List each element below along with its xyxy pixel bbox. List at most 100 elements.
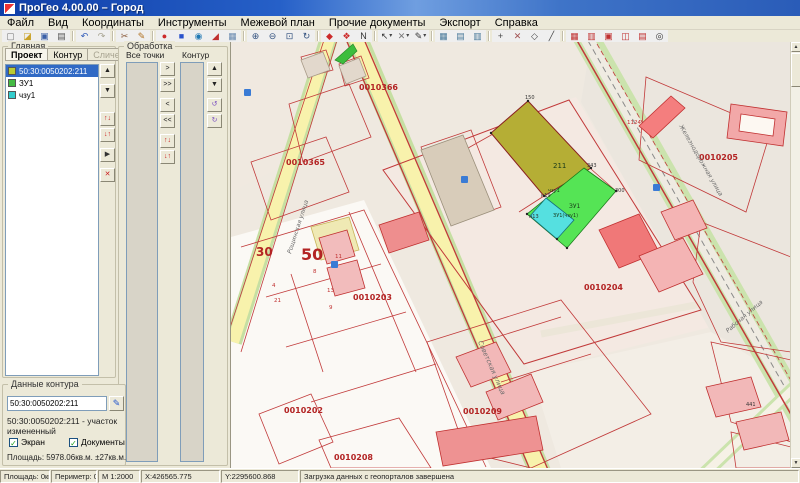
map-viewport[interactable]: 0010366001036500102030010202001020900102…	[230, 42, 790, 468]
scheme-button[interactable]: ◫	[617, 30, 634, 42]
scroll-up-button[interactable]: ▲	[791, 42, 800, 52]
menu-bar: ФайлВидКоординатыИнструментыМежевой план…	[0, 16, 800, 30]
parcel-plan-button[interactable]: ▣	[600, 30, 617, 42]
menu-file[interactable]: Файл	[0, 17, 41, 29]
move-map-button[interactable]: +	[492, 30, 509, 42]
tree-expand-button[interactable]: ▶	[100, 148, 115, 162]
redo-button[interactable]: ↷	[93, 30, 110, 42]
snapshot-button-icon: ▦	[228, 32, 237, 41]
print-button[interactable]: ▤	[53, 30, 70, 42]
tree-up-button[interactable]: ▲	[100, 64, 115, 78]
map-label-150: 150	[525, 95, 535, 101]
add-node-button-icon: ❖	[342, 32, 350, 41]
transfer-button-column: >>><<<↑↓↓↑	[160, 62, 177, 166]
export-table-button[interactable]: ▥	[469, 30, 486, 42]
tree-item-ЗУ1[interactable]: ЗУ1	[6, 77, 98, 89]
quarter-plan-button[interactable]: ▥	[583, 30, 600, 42]
draw-tool-button[interactable]: ✎▾	[412, 30, 429, 42]
map-label-ЗУ1(чзу1): ЗУ1(чзу1)	[553, 213, 578, 219]
contour-up-button[interactable]: ▲	[207, 62, 222, 76]
tree-sort-desc-button[interactable]: ↓↑	[100, 128, 115, 142]
delete-tool-button[interactable]: ✕▾	[395, 30, 412, 42]
menu-coordinates[interactable]: Координаты	[75, 17, 151, 29]
undo-button[interactable]: ↶	[76, 30, 93, 42]
map-label-0010208: 0010208	[334, 453, 373, 462]
menu-help[interactable]: Справка	[488, 17, 545, 29]
tree-down-button[interactable]: ▼	[100, 84, 115, 98]
print-button-icon: ▤	[57, 32, 66, 41]
menu-view[interactable]: Вид	[41, 17, 75, 29]
raster-layer-button[interactable]: ◢	[207, 30, 224, 42]
map-vertical-scrollbar[interactable]: ▲ ▼	[790, 42, 800, 468]
web-map-button-icon: ◉	[195, 32, 203, 41]
tab-project[interactable]: Проект	[5, 48, 47, 61]
select-tool-button[interactable]: ↖▾	[378, 30, 395, 42]
status-bar: Площадь: 0кв.м.Периметр: 0м.М 1:2000X:42…	[0, 468, 800, 483]
all-points-list[interactable]	[126, 62, 158, 462]
menu-tools[interactable]: Инструменты	[151, 17, 234, 29]
tree-delete-button[interactable]: ✕	[100, 168, 115, 182]
labels-toggle-button-icon: N	[360, 32, 367, 41]
map-label-4: 4	[272, 283, 276, 289]
map-label-50: 50	[301, 245, 323, 264]
scrollbar-thumb[interactable]	[791, 53, 800, 87]
map-label-8: 8	[313, 269, 317, 275]
search-button[interactable]: ◎	[651, 30, 668, 42]
zoom-in-button[interactable]: ⊕	[247, 30, 264, 42]
map-canvas[interactable]: 0010366001036500102030010202001020900102…	[231, 42, 791, 468]
contour-points-list[interactable]	[180, 62, 204, 462]
measure-button[interactable]: ✕	[509, 30, 526, 42]
documents-checkbox[interactable]: ✓ Документы	[69, 437, 125, 447]
toolbar-separator	[374, 31, 376, 41]
contour-description: 50:30:0050202:211 - участок измененный	[7, 416, 123, 436]
add-node-button[interactable]: ❖	[338, 30, 355, 42]
tab-contour[interactable]: Контур	[47, 48, 87, 61]
contour-number-input[interactable]	[7, 396, 107, 411]
report-button[interactable]: ▤	[634, 30, 651, 42]
refresh-button-icon: ↻	[303, 32, 311, 41]
map-label-0010202: 0010202	[284, 406, 323, 415]
menu-other-documents[interactable]: Прочие документы	[322, 17, 433, 29]
parcel-type-icon	[8, 67, 16, 75]
screen-checkbox[interactable]: ✓ Экран	[9, 437, 45, 447]
snapshot-button[interactable]: ▦	[224, 30, 241, 42]
reverse-button[interactable]: ↻	[207, 114, 222, 128]
points-sort-asc-button[interactable]: ↑↓	[160, 134, 175, 148]
move-all-right-button[interactable]: >>	[160, 78, 175, 92]
tree-sort-asc-button[interactable]: ↑↓	[100, 112, 115, 126]
points-sort-desc-button[interactable]: ↓↑	[160, 150, 175, 164]
cadastre-plan-button[interactable]: ▦	[566, 30, 583, 42]
contour-down-button[interactable]: ▼	[207, 78, 222, 92]
refresh-button[interactable]: ↻	[298, 30, 315, 42]
tree-item-чзу1[interactable]: чзу1	[6, 89, 98, 101]
map-label-30: 30	[256, 245, 273, 259]
save-button-icon: ▣	[40, 32, 49, 41]
move-left-button[interactable]: <	[160, 98, 175, 112]
line-tool-button[interactable]: ╱	[543, 30, 560, 42]
move-all-left-button[interactable]: <<	[160, 114, 175, 128]
labels-toggle-button[interactable]: N	[355, 30, 372, 42]
renumber-button[interactable]: ↺	[207, 98, 222, 112]
zoom-out-button[interactable]: ⊖	[264, 30, 281, 42]
measure-button-icon: ✕	[514, 32, 522, 41]
contour-tree-list[interactable]: 50:30:0050202:211ЗУ1чзу1	[5, 64, 99, 376]
node-edit-button-icon: ◇	[531, 32, 538, 41]
map-label-1124: 1124	[627, 120, 641, 126]
menu-export[interactable]: Экспорт	[432, 17, 487, 29]
map-label-11: 11	[335, 254, 342, 260]
zoom-extent-button[interactable]: ⊡	[281, 30, 298, 42]
move-right-button[interactable]: >	[160, 62, 175, 76]
menu-boundary-plan[interactable]: Межевой план	[234, 17, 322, 29]
scroll-down-button[interactable]: ▼	[791, 458, 800, 468]
title-bar[interactable]: ПроГео 4.00.00 – Город	[0, 0, 800, 16]
map-label-0010209: 0010209	[463, 407, 502, 416]
tree-item-50:30:0050202:211[interactable]: 50:30:0050202:211	[6, 65, 98, 77]
web-map-button[interactable]: ◉	[190, 30, 207, 42]
coords-table-button[interactable]: ▤	[452, 30, 469, 42]
contour-edit-button[interactable]: ✎	[109, 396, 124, 411]
zoom-in-button-icon: ⊕	[252, 32, 260, 41]
add-point-button[interactable]: ◆	[321, 30, 338, 42]
node-edit-button[interactable]: ◇	[526, 30, 543, 42]
polygons-layer-button[interactable]: ■	[173, 30, 190, 42]
points-table-button[interactable]: ▦	[435, 30, 452, 42]
